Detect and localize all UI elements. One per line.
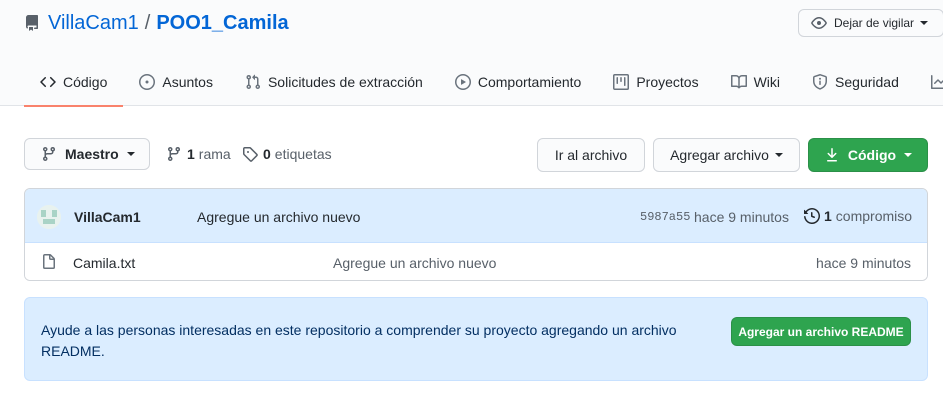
repo-header: VillaCam1 / POO1_Camila Dejar de vigilar… bbox=[0, 0, 943, 107]
add-file-label: Agregar archivo bbox=[670, 147, 769, 163]
tab-issues[interactable]: Asuntos bbox=[123, 58, 229, 106]
file-age: hace 9 minutos bbox=[816, 255, 911, 271]
branches-link[interactable]: 1 rama bbox=[166, 146, 231, 162]
code-download-label: Código bbox=[847, 147, 897, 163]
git-branch-icon bbox=[166, 146, 182, 162]
git-branch-icon bbox=[41, 146, 57, 162]
go-to-file-button[interactable]: Ir al archivo bbox=[537, 138, 645, 172]
avatar[interactable] bbox=[37, 205, 61, 229]
commit-count: 1 bbox=[824, 208, 832, 224]
repo-name-link[interactable]: POO1_Camila bbox=[156, 12, 288, 35]
add-readme-button[interactable]: Agregar un archivo README bbox=[731, 317, 911, 346]
code-download-button[interactable]: Código bbox=[808, 138, 928, 172]
tab-actions[interactable]: Comportamiento bbox=[439, 58, 598, 106]
tag-icon bbox=[242, 146, 258, 162]
tab-insights[interactable] bbox=[915, 58, 943, 106]
latest-commit-row: VillaCam1 Agregue un archivo nuevo 5987a… bbox=[25, 189, 927, 243]
tab-issues-label: Asuntos bbox=[162, 74, 213, 90]
readme-prompt: Ayude a las personas interesadas en este… bbox=[24, 297, 928, 381]
tab-code-label: Código bbox=[63, 74, 108, 90]
file-name-link[interactable]: Camila.txt bbox=[73, 255, 135, 271]
tab-projects[interactable]: Proyectos bbox=[597, 58, 714, 106]
branch-select-button[interactable]: Maestro bbox=[24, 138, 150, 170]
repo-owner-link[interactable]: VillaCam1 bbox=[48, 12, 139, 35]
tab-actions-label: Comportamiento bbox=[477, 74, 582, 90]
book-icon bbox=[730, 74, 747, 90]
history-icon bbox=[804, 208, 820, 224]
branch-count: 1 bbox=[187, 146, 195, 162]
commit-history-link[interactable]: 1 compromiso bbox=[804, 208, 912, 224]
tab-wiki-label: Wiki bbox=[753, 74, 781, 90]
file-list-box: VillaCam1 Agregue un archivo nuevo 5987a… bbox=[24, 188, 928, 281]
branch-label: Maestro bbox=[65, 146, 119, 162]
graph-icon bbox=[930, 74, 943, 90]
add-file-button[interactable]: Agregar archivo bbox=[653, 138, 800, 172]
tab-pull-requests-label: Solicitudes de extracción bbox=[267, 74, 423, 90]
unwatch-button[interactable]: Dejar de vigilar bbox=[798, 9, 943, 37]
chevron-down-icon bbox=[126, 152, 135, 156]
file-commit-message-link[interactable]: Agregue un archivo nuevo bbox=[333, 255, 496, 271]
project-icon bbox=[613, 74, 630, 90]
file-icon bbox=[41, 254, 57, 270]
tab-code[interactable]: Código bbox=[24, 58, 124, 107]
repo-icon bbox=[24, 15, 40, 31]
commit-age: hace 9 minutos bbox=[694, 209, 789, 225]
code-icon bbox=[40, 74, 56, 90]
commit-author-link[interactable]: VillaCam1 bbox=[74, 209, 141, 225]
repo-title: VillaCam1 / POO1_Camila bbox=[24, 10, 289, 36]
chevron-down-icon bbox=[774, 153, 783, 157]
tag-word: etiquetas bbox=[274, 146, 332, 162]
shield-icon bbox=[812, 74, 828, 90]
unwatch-label: Dejar de vigilar bbox=[834, 16, 915, 30]
tag-count: 0 bbox=[263, 146, 271, 162]
branch-word: rama bbox=[198, 146, 231, 162]
commit-message-link[interactable]: Agregue un archivo nuevo bbox=[197, 209, 360, 225]
commit-count-word: compromiso bbox=[835, 208, 913, 224]
pull-request-icon bbox=[245, 74, 261, 90]
go-to-file-label: Ir al archivo bbox=[554, 147, 628, 163]
chevron-down-icon bbox=[904, 153, 913, 157]
add-readme-label: Agregar un archivo README bbox=[738, 324, 904, 339]
tags-link[interactable]: 0 etiquetas bbox=[242, 146, 332, 162]
issue-opened-icon bbox=[139, 74, 156, 90]
eye-icon bbox=[811, 15, 827, 31]
tab-security-label: Seguridad bbox=[835, 74, 899, 90]
repo-separator: / bbox=[144, 11, 151, 34]
repo-tabs: Código Asuntos Solicitudes de extracción… bbox=[24, 58, 943, 107]
tab-pull-requests[interactable]: Solicitudes de extracción bbox=[229, 58, 439, 106]
tab-wiki[interactable]: Wiki bbox=[715, 58, 796, 106]
tab-projects-label: Proyectos bbox=[636, 74, 699, 90]
file-row: Camila.txt Agregue un archivo nuevo hace… bbox=[25, 244, 927, 280]
chevron-down-icon bbox=[920, 21, 929, 25]
play-icon bbox=[454, 74, 471, 90]
readme-prompt-text: Ayude a las personas interesadas en este… bbox=[41, 322, 677, 359]
download-icon bbox=[824, 147, 840, 163]
tab-security[interactable]: Seguridad bbox=[796, 58, 915, 106]
commit-sha-link[interactable]: 5987a55 bbox=[640, 210, 690, 224]
